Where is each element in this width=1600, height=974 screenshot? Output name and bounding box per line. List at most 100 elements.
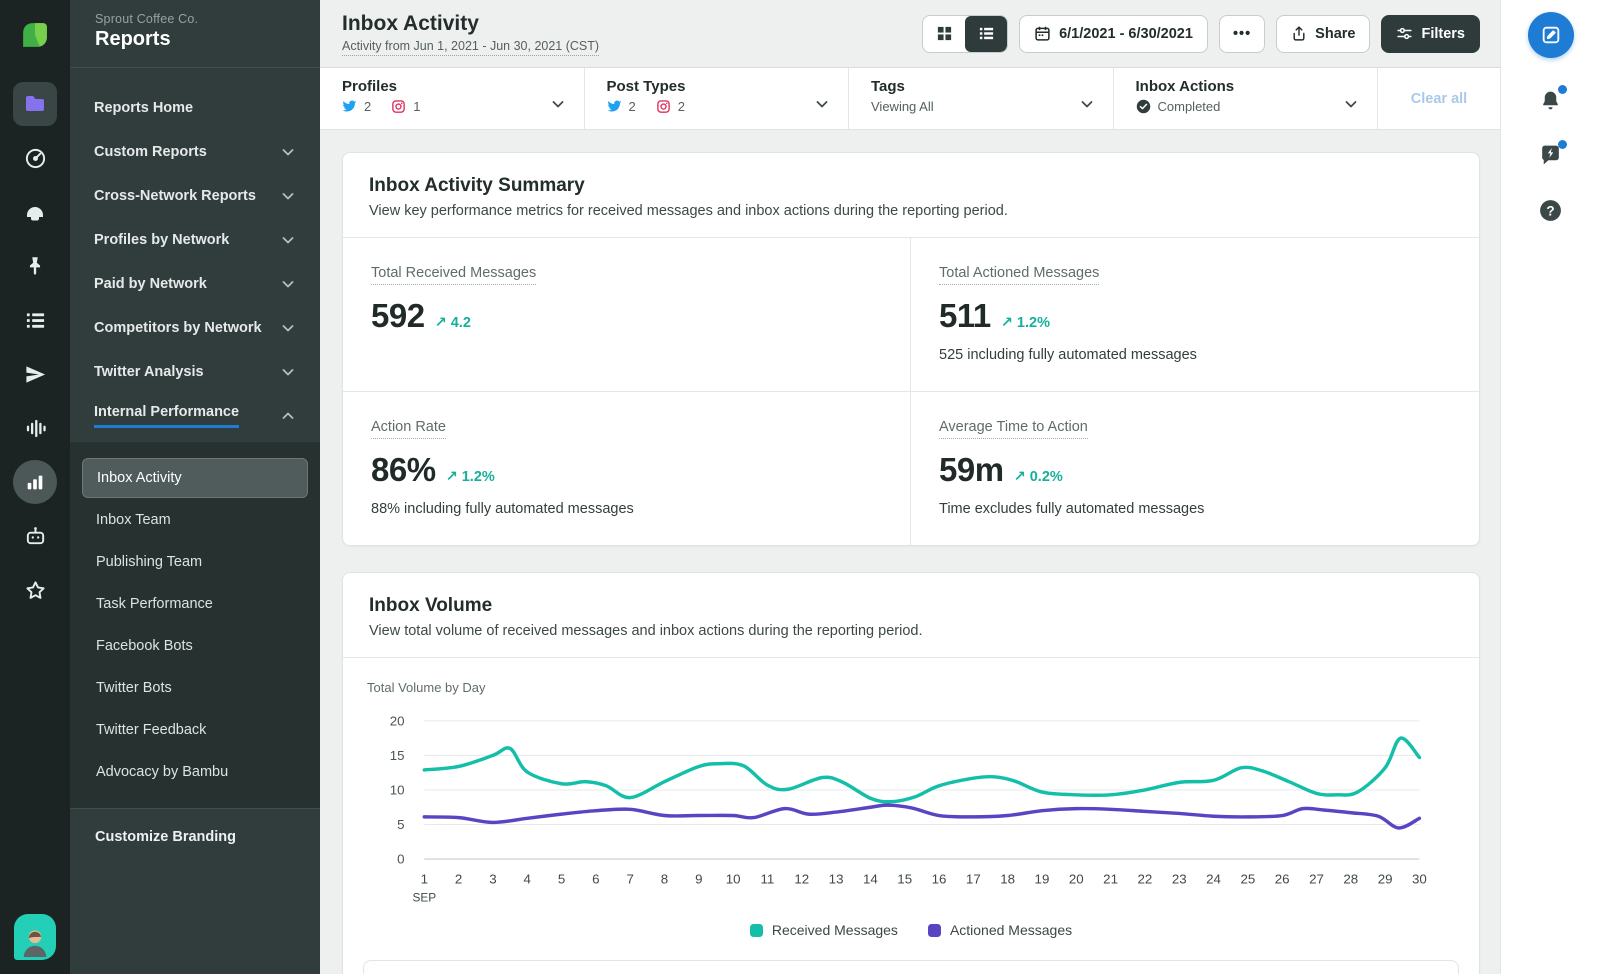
ellipsis-icon: ••• (1232, 25, 1252, 42)
svg-text:10: 10 (390, 782, 405, 797)
help-button[interactable]: ? (1538, 198, 1563, 223)
filters-button[interactable]: Filters (1381, 14, 1480, 53)
rail-listening[interactable] (13, 406, 57, 450)
main-area: Inbox Activity Activity from Jun 1, 2021… (320, 0, 1500, 974)
inbox-actions-filter-value: Completed (1157, 99, 1221, 114)
total-volume-line-chart[interactable]: 051015201 2 3 4 5 6 7 8 9 10 11 12 13 14 15 16 17 18 19 20 2… (367, 709, 1455, 912)
summary-card-description: View key performance metrics for receive… (369, 203, 1008, 219)
reports-bar-chart-icon (27, 475, 43, 490)
user-avatar[interactable] (14, 914, 56, 960)
instagram-icon (656, 100, 670, 113)
sidebar-item-reports-home[interactable]: Reports Home (70, 86, 320, 130)
inbox-tray-icon (27, 207, 43, 221)
sidebar-item-profiles-by-network[interactable]: Profiles by Network (70, 218, 320, 262)
svg-text:27: 27 (1309, 872, 1324, 887)
more-options-button[interactable]: ••• (1218, 14, 1266, 53)
dashboard-gauge-icon (25, 148, 45, 168)
sidebar-item-paid-by-network[interactable]: Paid by Network (70, 262, 320, 306)
inbox-volume-card: Inbox Volume View total volume of receiv… (342, 572, 1480, 974)
bot-icon (26, 526, 44, 544)
report-topbar: Inbox Activity Activity from Jun 1, 2021… (320, 0, 1500, 68)
metric-label[interactable]: Average Time to Action (939, 419, 1088, 439)
sidebar-subitem-inbox-team[interactable]: Inbox Team (82, 500, 308, 540)
filter-sliders-icon (1397, 27, 1413, 40)
svg-text:14: 14 (863, 872, 878, 887)
rail-reports-active[interactable] (13, 460, 57, 504)
customize-branding-link[interactable]: Customize Branding (70, 808, 320, 865)
rail-dashboard[interactable] (13, 136, 57, 180)
svg-text:17: 17 (966, 872, 981, 887)
sidebar-item-cross-network-reports[interactable]: Cross-Network Reports (70, 174, 320, 218)
legend-item-actioned-messages[interactable]: Actioned Messages (927, 922, 1072, 938)
profiles-twitter-count: 2 (364, 99, 372, 114)
report-date-subtitle[interactable]: Activity from Jun 1, 2021 - Jun 30, 2021… (342, 39, 600, 56)
sidebar-item-competitors-by-network[interactable]: Competitors by Network (70, 306, 320, 350)
sidebar-subitem-publishing-team[interactable]: Publishing Team (82, 542, 308, 582)
sidebar-subitem-label: Facebook Bots (96, 638, 193, 654)
clear-all-button[interactable]: Clear all (1378, 68, 1500, 129)
app-icon-rail (0, 0, 70, 974)
metric-label[interactable]: Total Actioned Messages (939, 265, 1100, 285)
chart-legend: Received Messages Actioned Messages (367, 922, 1455, 938)
inbox-actions-filter[interactable]: Inbox Actions Completed (1114, 68, 1378, 129)
sidebar-subitem-label: Advocacy by Bambu (96, 764, 229, 780)
rail-automation[interactable] (13, 514, 57, 558)
chevron-down-icon (280, 320, 296, 336)
date-range-button[interactable]: 6/1/2021 - 6/30/2021 (1019, 14, 1208, 53)
profiles-filter[interactable]: Profiles 2 1 (320, 68, 585, 129)
svg-text:18: 18 (1000, 872, 1015, 887)
tags-filter[interactable]: Tags Viewing All (849, 68, 1114, 129)
sidebar-item-custom-reports[interactable]: Custom Reports (70, 130, 320, 174)
svg-text:25: 25 (1240, 872, 1255, 887)
chevron-down-icon (280, 232, 296, 248)
star-icon (25, 580, 45, 599)
sidebar-subitem-task-performance[interactable]: Task Performance (82, 584, 308, 624)
post-types-filter[interactable]: Post Types 2 2 (585, 68, 849, 129)
sidebar-item-label: Profiles by Network (94, 232, 230, 248)
svg-text:10: 10 (726, 872, 741, 887)
sidebar-item-internal-performance[interactable]: Internal Performance (70, 394, 320, 438)
compose-button[interactable] (1527, 12, 1574, 58)
legend-swatch (749, 923, 763, 937)
metric-label[interactable]: Action Rate (371, 419, 446, 439)
rail-inbox[interactable] (13, 190, 57, 234)
svg-text:20: 20 (1069, 872, 1084, 887)
profiles-filter-label: Profiles (342, 78, 398, 95)
svg-text:30: 30 (1412, 872, 1427, 887)
svg-text:1: 1 (421, 872, 428, 887)
legend-item-received-messages[interactable]: Received Messages (749, 922, 898, 938)
sidebar-subitem-twitter-feedback[interactable]: Twitter Feedback (82, 710, 308, 750)
svg-text:5: 5 (558, 872, 565, 887)
sprout-logo[interactable] (13, 13, 57, 57)
notification-dot (1558, 85, 1567, 94)
share-button[interactable]: Share (1276, 14, 1371, 53)
sidebar-subitem-twitter-bots[interactable]: Twitter Bots (82, 668, 308, 708)
calendar-icon (1035, 26, 1050, 41)
list-view-button[interactable] (965, 15, 1008, 52)
sidebar-subitem-advocacy-by-bambu[interactable]: Advocacy by Bambu (82, 752, 308, 792)
sidebar-item-twitter-analysis[interactable]: Twitter Analysis (70, 350, 320, 394)
rail-favorites[interactable] (13, 568, 57, 612)
series-received-messages (422, 736, 1422, 804)
rail-send[interactable] (13, 352, 57, 396)
twitter-icon (607, 100, 621, 112)
sidebar-subitem-inbox-activity[interactable]: Inbox Activity (82, 458, 308, 498)
rail-queue[interactable] (13, 298, 57, 342)
svg-text:4: 4 (524, 872, 532, 887)
reports-sidebar: Sprout Coffee Co. Reports Reports Home Cu… (70, 0, 320, 974)
notification-dot (1558, 140, 1567, 149)
rail-publishing[interactable] (13, 244, 57, 288)
grid-view-icon (937, 26, 951, 41)
sidebar-rail-reports-folder[interactable] (13, 82, 57, 126)
sprout-leaf-icon (23, 23, 47, 47)
svg-text:6: 6 (592, 872, 599, 887)
sidebar-subitem-facebook-bots[interactable]: Facebook Bots (82, 626, 308, 666)
metric-label[interactable]: Total Received Messages (371, 265, 537, 285)
grid-view-button[interactable] (923, 16, 965, 52)
queue-list-icon (26, 312, 44, 328)
chevron-down-icon (280, 276, 296, 292)
messages-button[interactable] (1538, 140, 1567, 168)
notifications-button[interactable] (1538, 85, 1567, 113)
folder-icon (26, 96, 44, 111)
chart-title: Total Volume by Day (367, 680, 486, 695)
